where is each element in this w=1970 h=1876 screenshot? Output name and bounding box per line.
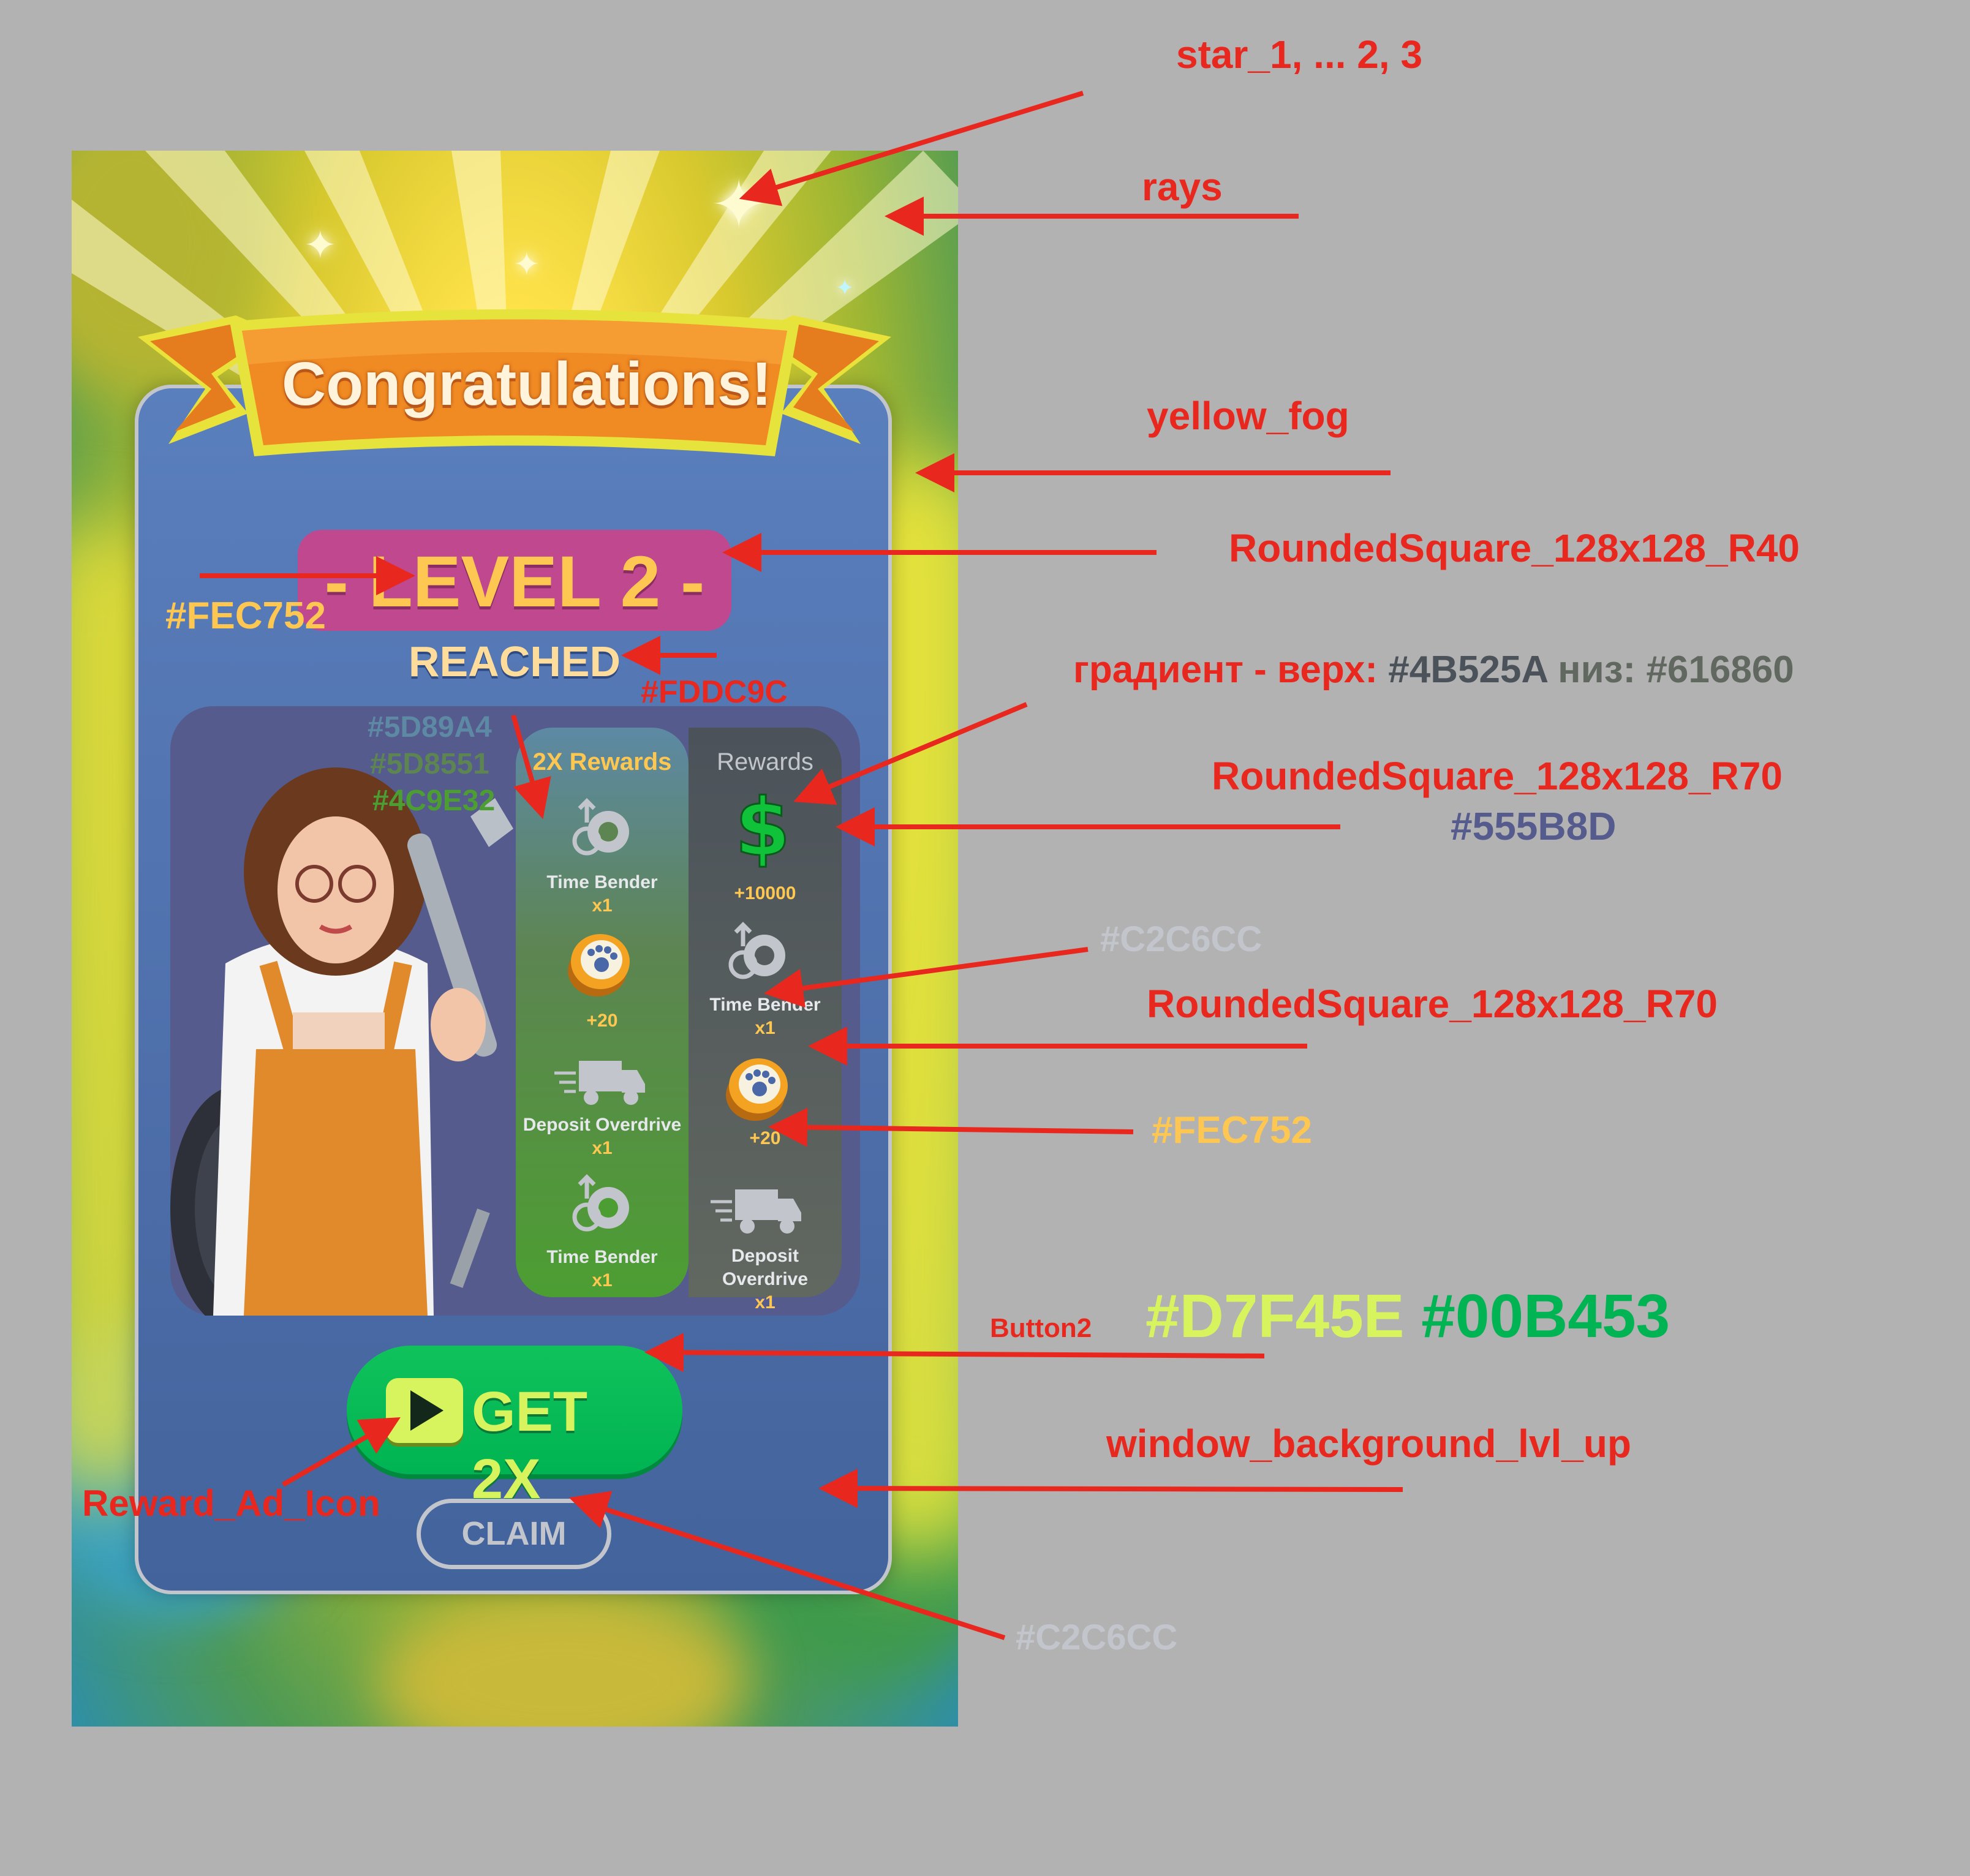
- get-2x-label[interactable]: GET 2X: [472, 1378, 668, 1510]
- annotation-fec752-left: #FEC752: [165, 595, 326, 637]
- annotation-rounded-r40: RoundedSquare_128x128_R40: [1229, 526, 1800, 570]
- annotation-col2x-mid: #5D8551: [370, 748, 489, 780]
- star-3-icon: ✦: [513, 247, 540, 282]
- time-bender-gear-icon: [728, 922, 785, 979]
- annotation-btn-color-2: #00B453: [1421, 1282, 1670, 1350]
- annotation-fec752-right: #FEC752: [1152, 1109, 1312, 1151]
- annotation-col2x-bottom: #4C9E32: [372, 785, 496, 817]
- annotation-gradient-prefix: градиент - верх:: [1073, 649, 1378, 691]
- star-small-icon: ✦: [836, 275, 855, 300]
- rewards-standard-title: Rewards: [717, 748, 813, 775]
- annotation-fddc9c: #FDDC9C: [641, 674, 788, 710]
- annotation-c2c6cc-b: #C2C6CC: [1016, 1618, 1178, 1657]
- play-icon: [410, 1390, 443, 1431]
- time-bender-gear-icon: [572, 1174, 629, 1232]
- reward-name: Deposit Overdrive: [523, 1115, 682, 1135]
- dollar-icon: $: [734, 783, 791, 868]
- paw-coin-icon: [726, 1058, 788, 1121]
- claim-button[interactable]: CLAIM: [417, 1499, 611, 1569]
- annotation-c2c6cc-a: #C2C6CC: [1100, 919, 1262, 959]
- reward-name: Deposit Overdrive: [722, 1246, 809, 1289]
- reached-text: REACHED: [408, 638, 621, 685]
- deposit-truck-icon: [711, 1189, 801, 1234]
- reward-std-3-label: +20: [689, 1127, 842, 1150]
- reward-std-4-label: Deposit Overdrive x1: [689, 1245, 842, 1314]
- reward-2x-4-label: Time Bender x1: [516, 1246, 689, 1292]
- reward-qty: x1: [755, 1292, 776, 1313]
- annotation-reward-ad-icon: Reward_Ad_Icon: [82, 1483, 380, 1524]
- star-2-icon: ✦: [304, 223, 337, 267]
- reward-name: Time Bender: [546, 1247, 658, 1267]
- reward-qty: +20: [749, 1128, 781, 1148]
- level-text: - LEVEL 2 -: [324, 541, 705, 622]
- star-1-icon: ✦: [711, 167, 768, 243]
- bg-blob: [378, 1590, 745, 1727]
- reward-qty: +10000: [734, 883, 796, 903]
- annotation-btn-color-1: #D7F45E: [1145, 1282, 1405, 1350]
- reward-std-2-label: Time Bender x1: [689, 993, 842, 1040]
- reward-qty: +20: [586, 1011, 618, 1031]
- reward-std-1-label: +10000: [689, 882, 842, 905]
- annotation-gradient-bottom: #616860: [1646, 649, 1794, 691]
- reward-name: Time Bender: [709, 995, 821, 1015]
- annotation-window-bg: window_background_lvl_up: [1106, 1422, 1631, 1466]
- paw-coin-icon: [568, 934, 630, 996]
- annotation-button2: Button2: [990, 1313, 1092, 1343]
- annotation-rounded-r70-b: RoundedSquare_128x128_R70: [1147, 982, 1718, 1026]
- annotation-rounded-r70-a: RoundedSquare_128x128_R70: [1212, 754, 1783, 798]
- annotation-stars: star_1, ... 2, 3: [1176, 32, 1423, 77]
- reward-qty: x1: [592, 1138, 613, 1158]
- reward-qty: x1: [592, 895, 613, 916]
- reward-qty: x1: [755, 1018, 776, 1038]
- annotation-gradient-mid: низ:: [1558, 649, 1636, 691]
- reward-2x-1-label: Time Bender x1: [516, 871, 689, 917]
- annotation-button-colors: #D7F45E #00B453: [1145, 1281, 1670, 1352]
- reward-2x-3-label: Deposit Overdrive x1: [516, 1113, 689, 1160]
- annotation-box-color: #555B8D: [1451, 804, 1617, 848]
- time-bender-gear-icon: [572, 798, 629, 856]
- reward-qty: x1: [592, 1270, 613, 1290]
- reward-name: Time Bender: [546, 872, 658, 892]
- rewards-2x-title: 2X Rewards: [532, 748, 672, 775]
- annotation-rays: rays: [1142, 165, 1223, 209]
- svg-text:$: $: [735, 783, 790, 868]
- annotation-gradient: градиент - верх: #4B525A низ: #616860: [1073, 648, 1794, 691]
- annotation-col2x-top: #5D89A4: [368, 711, 492, 744]
- deposit-truck-icon: [554, 1061, 645, 1105]
- annotation-yellow-fog: yellow_fog: [1147, 394, 1349, 438]
- annotation-gradient-top: #4B525A: [1388, 649, 1547, 691]
- congratulations-title: Congratulations!: [282, 350, 772, 418]
- reward-2x-2-label: +20: [516, 1009, 689, 1033]
